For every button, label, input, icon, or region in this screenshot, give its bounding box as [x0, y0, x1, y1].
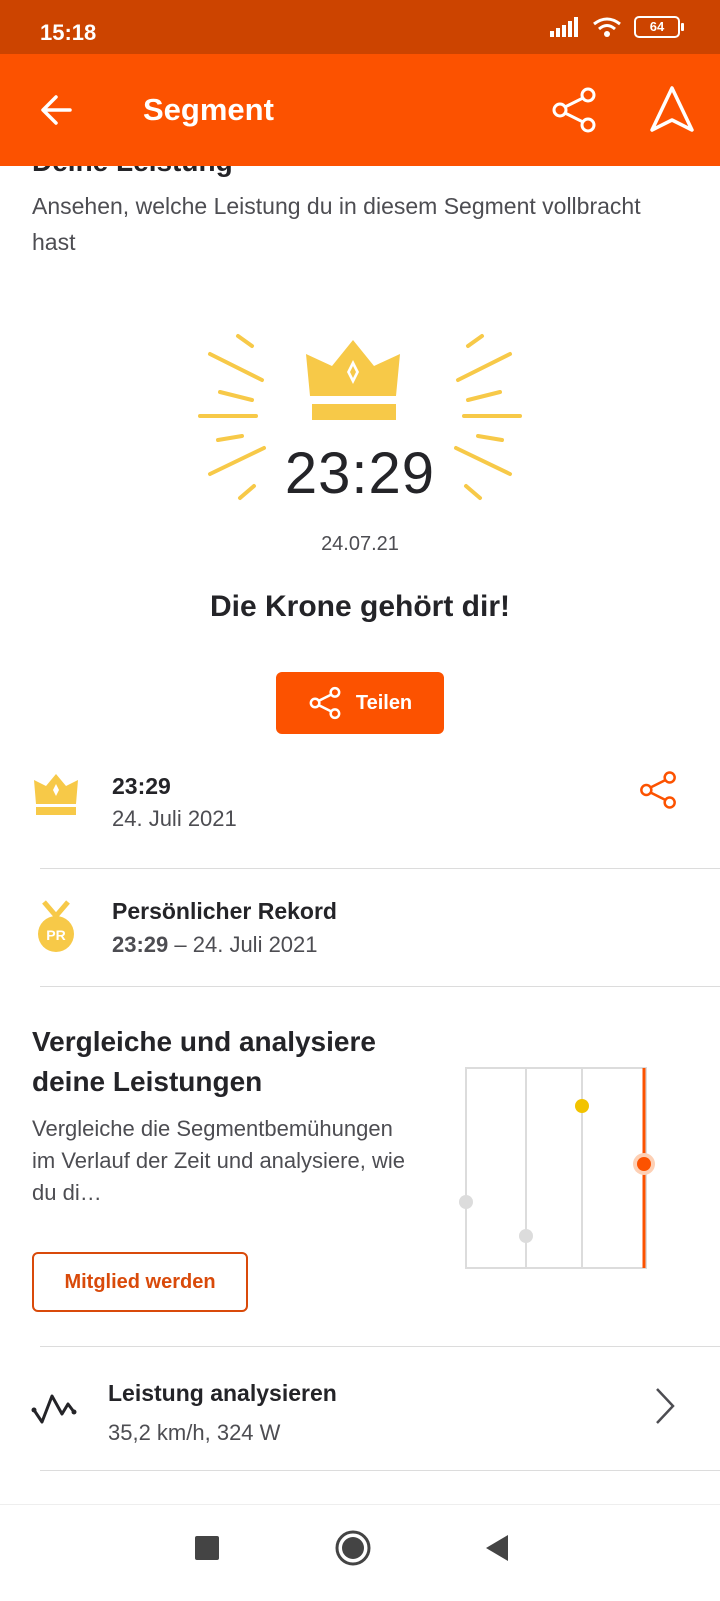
- crown-row-time: 23:29: [112, 773, 171, 799]
- crown-icon: [34, 774, 78, 815]
- share-icon[interactable]: [638, 770, 678, 810]
- analyze-subtitle: 35,2 km/h, 324 W: [108, 1420, 281, 1445]
- analyze-performance-row[interactable]: Leistung analysieren 35,2 km/h, 324 W: [0, 1350, 720, 1474]
- divider: [40, 868, 720, 869]
- share-button-label: Teilen: [355, 691, 413, 714]
- share-button[interactable]: Teilen: [276, 672, 444, 734]
- illustration-point: [459, 1195, 473, 1209]
- pr-badge-text: PR: [46, 927, 65, 943]
- recents-icon[interactable]: [194, 1535, 220, 1561]
- divider: [40, 1470, 720, 1471]
- compare-description: Vergleiche die Segmentbemühungen im Verl…: [32, 1116, 405, 1205]
- pr-separator: –: [168, 932, 193, 957]
- crown-headline: Die Krone gehört dir!: [209, 590, 510, 623]
- pr-date: 24. Juli 2021: [192, 932, 318, 957]
- wifi-icon: [593, 17, 621, 37]
- app-bar: Segment: [0, 54, 720, 166]
- status-bar: 15:18 64: [0, 0, 720, 54]
- back-nav-icon[interactable]: [484, 1533, 510, 1563]
- chevron-right-icon: [656, 1388, 675, 1424]
- share-icon[interactable]: [550, 86, 598, 134]
- crown-row-date: 24. Juli 2021: [112, 806, 237, 831]
- hero-date: 24.07.21: [321, 533, 399, 555]
- illustration-point: [519, 1229, 533, 1243]
- back-arrow-icon[interactable]: [36, 90, 76, 130]
- become-member-button[interactable]: Mitglied werden: [32, 1252, 248, 1312]
- activity-icon: [31, 1394, 77, 1424]
- page-title: Segment: [143, 92, 274, 127]
- pr-title: Persönlicher Rekord: [112, 898, 337, 924]
- signal-icon: [550, 17, 578, 37]
- illustration-frame: [465, 1067, 647, 1269]
- compare-title: Vergleiche und analysiere deine Leistung…: [32, 1026, 376, 1097]
- illustration-point: [575, 1099, 589, 1113]
- divider: [40, 1346, 720, 1347]
- section-subtitle: Ansehen, welche Leistung du in diesem Se…: [32, 193, 641, 255]
- crown-row: 23:29 24. Juli 2021: [0, 760, 720, 860]
- comparison-illustration: [459, 1067, 655, 1269]
- share-icon: [309, 686, 341, 720]
- navigate-icon[interactable]: [648, 84, 696, 136]
- system-nav-bar: [0, 1504, 720, 1601]
- status-time: 15:18: [40, 20, 97, 45]
- personal-record-row: PR Persönlicher Rekord 23:29 – 24. Juli …: [0, 882, 720, 982]
- analyze-title: Leistung analysieren: [108, 1380, 337, 1406]
- battery-icon: 64: [634, 16, 684, 38]
- divider: [40, 986, 720, 987]
- illustration-point: [637, 1157, 651, 1171]
- pr-time: 23:29: [112, 932, 169, 957]
- status-icons: 64: [550, 16, 684, 38]
- pr-medal-icon: PR: [38, 900, 74, 952]
- hero-time: 23:29: [284, 441, 436, 506]
- home-icon[interactable]: [334, 1529, 372, 1567]
- pr-details: 23:29 – 24. Juli 2021: [112, 932, 318, 958]
